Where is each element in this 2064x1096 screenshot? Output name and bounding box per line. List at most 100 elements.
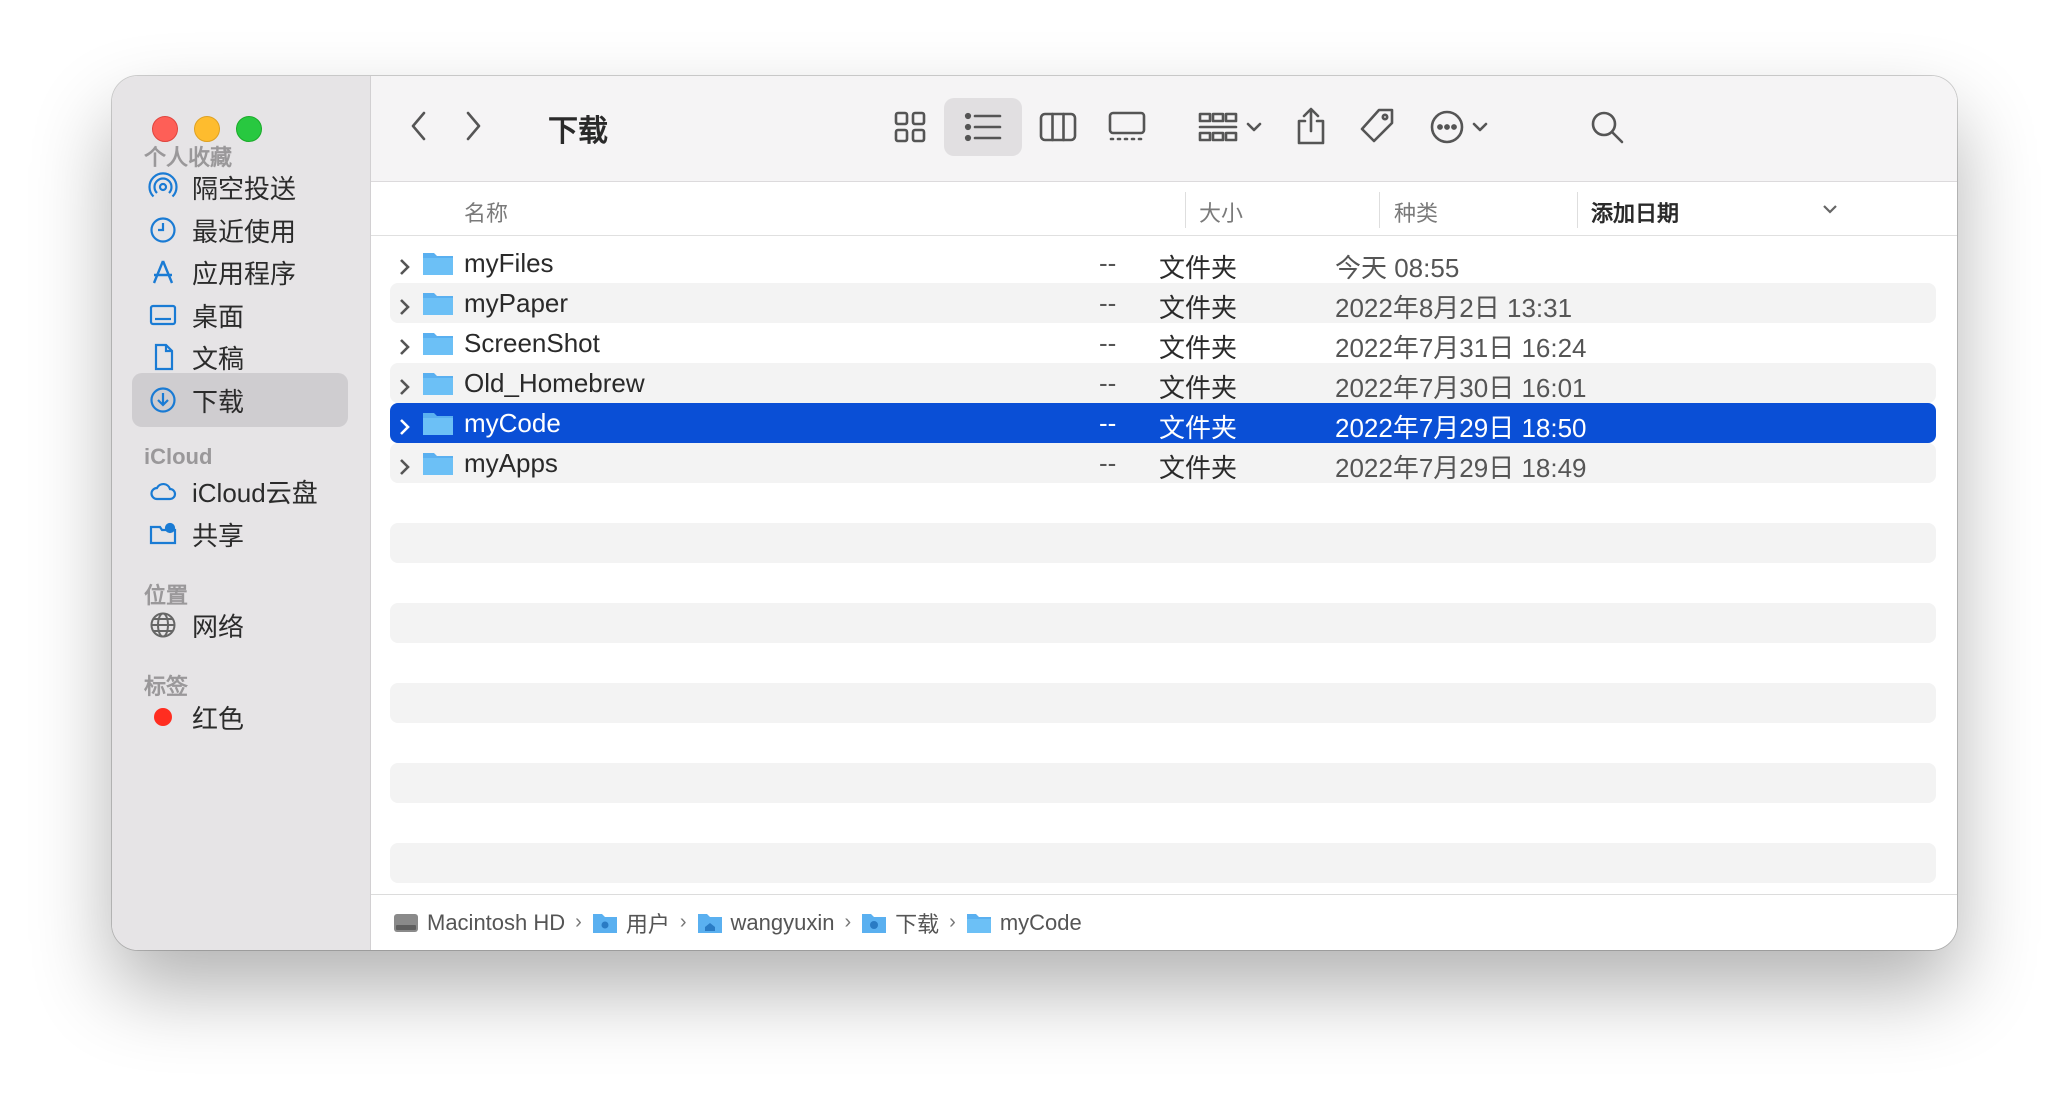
sidebar-item-label: 最近使用	[192, 216, 297, 247]
path-item-macintosh-hd[interactable]: Macintosh HD	[393, 910, 565, 936]
column-divider[interactable]	[1379, 192, 1380, 228]
file-name: myFiles	[464, 248, 554, 278]
path-item-home[interactable]: wangyuxin	[697, 910, 834, 936]
sidebar-item-network[interactable]: 网络	[132, 598, 348, 652]
table-row[interactable]: ScreenShot -- 文件夹 2022年7月31日 16:24	[390, 323, 1936, 363]
file-name: myApps	[464, 448, 558, 478]
sidebar-item-tag-red[interactable]: 红色	[132, 690, 348, 744]
file-kind: 文件夹	[1159, 293, 1238, 323]
harddisk-icon	[394, 913, 418, 932]
users-folder-icon	[592, 913, 617, 933]
file-size: --	[1099, 288, 1117, 318]
table-row[interactable]: myFiles -- 文件夹 今天 08:55	[390, 243, 1936, 283]
table-row[interactable]: myPaper -- 文件夹 2022年8月2日 13:31	[390, 283, 1936, 323]
sidebar-item-label: 下载	[192, 386, 245, 417]
path-separator-icon: ›	[575, 911, 582, 933]
main-pane: 下载 名称 大小 种类 添加日期 myFiles -- 文件夹 今天 08:55…	[371, 76, 1957, 950]
home-folder-icon	[697, 913, 722, 933]
path-item-label: 下载	[895, 911, 940, 937]
path-item-users[interactable]: 用户	[592, 907, 670, 939]
file-date: 今天 08:55	[1335, 253, 1460, 283]
disclosure-chevron-icon[interactable]	[398, 253, 412, 275]
sidebar-item-label: 应用程序	[192, 258, 297, 289]
path-bar: Macintosh HD › 用户 › wangyuxin › 下载 › myC…	[371, 894, 1957, 950]
path-item-label: Macintosh HD	[427, 909, 566, 935]
group-icon	[1198, 112, 1262, 142]
file-size: --	[1099, 328, 1117, 358]
more-actions-button[interactable]	[1426, 100, 1498, 154]
empty-row-stripe	[390, 843, 1936, 883]
disclosure-chevron-icon[interactable]	[398, 333, 412, 355]
folder-icon	[422, 330, 454, 356]
path-item-downloads[interactable]: 下载	[861, 907, 939, 939]
file-date: 2022年7月29日 18:50	[1335, 413, 1587, 443]
close-window-button[interactable]	[152, 116, 178, 142]
sidebar-item-label: 桌面	[192, 301, 245, 332]
group-by-button[interactable]	[1193, 100, 1273, 154]
cloud-icon	[146, 474, 180, 508]
sidebar-item-label: iCloud云盘	[192, 477, 318, 508]
disclosure-chevron-icon[interactable]	[398, 373, 412, 395]
folder-icon	[422, 450, 454, 476]
traffic-lights	[152, 116, 262, 142]
disclosure-chevron-icon[interactable]	[398, 453, 412, 475]
gallery-view-button[interactable]	[1099, 100, 1155, 154]
chevron-left-icon	[411, 111, 426, 141]
file-size: --	[1099, 408, 1117, 438]
sidebar-item-shared[interactable]: 共享	[132, 507, 348, 561]
back-button[interactable]	[399, 106, 439, 146]
airdrop-icon	[146, 170, 180, 204]
globe-icon	[146, 608, 180, 642]
column-header-name[interactable]: 名称	[464, 196, 508, 228]
minimize-window-button[interactable]	[194, 116, 220, 142]
forward-button[interactable]	[453, 106, 493, 146]
folder-icon	[422, 370, 454, 396]
column-header-size[interactable]: 大小	[1199, 196, 1243, 228]
path-item-label: 用户	[625, 911, 670, 937]
table-row[interactable]: Old_Homebrew -- 文件夹 2022年7月30日 16:01	[390, 363, 1936, 403]
file-name: Old_Homebrew	[464, 368, 645, 398]
sort-chevron-down-icon[interactable]	[1821, 202, 1839, 216]
grid-icon	[894, 111, 926, 143]
zoom-window-button[interactable]	[236, 116, 262, 142]
column-header-date-added[interactable]: 添加日期	[1591, 196, 1679, 228]
downloads-folder-icon	[862, 913, 887, 933]
sidebar-item-label: 网络	[192, 611, 245, 642]
file-name: ScreenShot	[464, 328, 600, 358]
red-tag-icon	[154, 708, 172, 726]
column-view-button[interactable]	[1030, 100, 1086, 154]
path-item-label: myCode	[999, 909, 1082, 935]
desktop-icon	[146, 298, 180, 332]
share-button[interactable]	[1289, 96, 1333, 156]
table-row-selected[interactable]: myCode -- 文件夹 2022年7月29日 18:50	[390, 403, 1936, 443]
disclosure-chevron-icon[interactable]	[398, 293, 412, 315]
column-header-kind[interactable]: 种类	[1394, 196, 1438, 228]
tag-button[interactable]	[1353, 98, 1401, 154]
icon-view-button[interactable]	[882, 100, 938, 154]
search-button[interactable]	[1583, 102, 1631, 152]
file-kind: 文件夹	[1159, 373, 1238, 403]
sidebar-item-label: 隔空投送	[192, 173, 297, 204]
table-row[interactable]: myApps -- 文件夹 2022年7月29日 18:49	[390, 443, 1936, 483]
path-item-mycode[interactable]: myCode	[966, 910, 1082, 936]
column-divider[interactable]	[1185, 192, 1186, 228]
toolbar: 下载	[371, 76, 1957, 182]
shared-folder-icon	[146, 517, 180, 551]
path-separator-icon: ›	[844, 911, 852, 933]
path-separator-icon: ›	[949, 911, 956, 933]
file-date: 2022年7月30日 16:01	[1335, 373, 1587, 403]
empty-row-stripe	[390, 523, 1936, 563]
download-icon	[146, 383, 180, 417]
path-separator-icon: ›	[679, 911, 687, 933]
file-kind: 文件夹	[1159, 333, 1238, 363]
folder-icon	[422, 250, 454, 276]
file-kind: 文件夹	[1159, 453, 1238, 483]
file-name: myPaper	[464, 288, 569, 318]
sidebar-item-downloads[interactable]: 下载	[132, 373, 348, 427]
file-date: 2022年7月29日 18:49	[1335, 453, 1587, 483]
list-view-button[interactable]	[944, 98, 1022, 156]
column-divider[interactable]	[1577, 192, 1578, 228]
chevron-right-icon	[466, 111, 481, 141]
disclosure-chevron-icon[interactable]	[398, 413, 412, 435]
columns-icon	[1039, 112, 1077, 142]
